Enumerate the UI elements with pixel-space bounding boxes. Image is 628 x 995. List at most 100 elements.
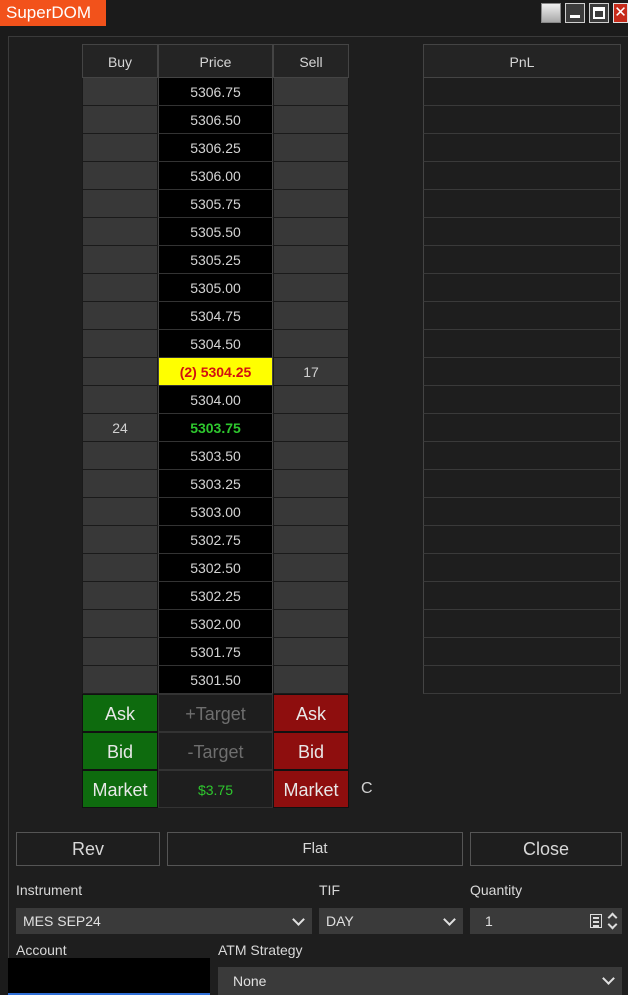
price-cell[interactable]: 5305.50	[158, 218, 273, 246]
quantity-input[interactable]: 1	[470, 908, 622, 934]
buy-cell[interactable]	[82, 274, 158, 302]
close-window-button[interactable]: ✕	[613, 3, 628, 23]
buy-cell[interactable]	[82, 582, 158, 610]
cancel-orders-label[interactable]: C	[361, 780, 373, 798]
buy-cell[interactable]	[82, 134, 158, 162]
reverse-position-button[interactable]: Rev	[16, 832, 160, 866]
buy-cell[interactable]	[82, 246, 158, 274]
price-cell[interactable]: 5306.25	[158, 134, 273, 162]
sell-cell[interactable]	[273, 610, 349, 638]
tif-select[interactable]: DAY	[319, 908, 463, 934]
sell-cell[interactable]	[273, 106, 349, 134]
price-cell[interactable]: 5306.00	[158, 162, 273, 190]
buy-cell[interactable]	[82, 498, 158, 526]
sell-cell[interactable]	[273, 78, 349, 106]
price-cell[interactable]: (2) 5304.25	[158, 358, 273, 386]
price-cell[interactable]: 5304.00	[158, 386, 273, 414]
price-cell[interactable]: 5302.00	[158, 610, 273, 638]
sell-cell[interactable]	[273, 498, 349, 526]
remove-target-button[interactable]: -Target	[158, 732, 273, 770]
minimize-button[interactable]	[565, 3, 585, 23]
sell-cell[interactable]	[273, 526, 349, 554]
window-options-button[interactable]	[541, 3, 561, 23]
price-cell[interactable]: 5301.75	[158, 638, 273, 666]
buy-cell[interactable]	[82, 106, 158, 134]
buy-market-button[interactable]: Market	[82, 770, 158, 808]
calculator-icon[interactable]	[590, 914, 602, 928]
sell-cell[interactable]	[273, 218, 349, 246]
sell-cell[interactable]	[273, 190, 349, 218]
buy-cell[interactable]	[82, 78, 158, 106]
price-cell[interactable]: 5306.50	[158, 106, 273, 134]
buy-cell[interactable]	[82, 666, 158, 694]
price-cell[interactable]: 5301.50	[158, 666, 273, 694]
buy-cell[interactable]	[82, 554, 158, 582]
buy-cell[interactable]	[82, 190, 158, 218]
ladder-row: 5306.75	[82, 78, 349, 106]
buy-cell[interactable]	[82, 330, 158, 358]
price-cell[interactable]: 5302.75	[158, 526, 273, 554]
buy-cell[interactable]	[82, 218, 158, 246]
ladder-row: 5303.50	[82, 442, 349, 470]
buy-cell[interactable]	[82, 638, 158, 666]
sell-cell[interactable]	[273, 414, 349, 442]
sell-cell[interactable]	[273, 582, 349, 610]
pnl-row	[423, 638, 621, 666]
pnl-row	[423, 554, 621, 582]
ladder-row: 5302.00	[82, 610, 349, 638]
price-cell[interactable]: 5306.75	[158, 78, 273, 106]
buy-cell[interactable]: 24	[82, 414, 158, 442]
account-select[interactable]	[8, 958, 210, 995]
sell-cell[interactable]: 17	[273, 358, 349, 386]
sell-cell[interactable]	[273, 386, 349, 414]
sell-bid-button[interactable]: Bid	[273, 732, 349, 770]
sell-cell[interactable]	[273, 162, 349, 190]
buy-cell[interactable]	[82, 470, 158, 498]
price-cell[interactable]: 5302.50	[158, 554, 273, 582]
maximize-button[interactable]	[589, 3, 609, 23]
ladder-header: Buy Price Sell	[82, 44, 349, 78]
instrument-select[interactable]: MES SEP24	[16, 908, 312, 934]
price-cell[interactable]: 5303.25	[158, 470, 273, 498]
close-icon: ✕	[614, 4, 627, 21]
price-cell[interactable]: 5305.25	[158, 246, 273, 274]
sell-cell[interactable]	[273, 330, 349, 358]
sell-market-button[interactable]: Market	[273, 770, 349, 808]
price-cell[interactable]: 5305.75	[158, 190, 273, 218]
buy-cell[interactable]	[82, 442, 158, 470]
price-cell[interactable]: 5303.50	[158, 442, 273, 470]
buy-cell[interactable]	[82, 610, 158, 638]
sell-cell[interactable]	[273, 638, 349, 666]
atm-strategy-select[interactable]: None	[218, 967, 622, 995]
flatten-position-button[interactable]: Flat	[167, 832, 463, 866]
sell-cell[interactable]	[273, 134, 349, 162]
price-cell[interactable]: 5304.75	[158, 302, 273, 330]
close-position-button[interactable]: Close	[470, 832, 622, 866]
sell-cell[interactable]	[273, 274, 349, 302]
sell-cell[interactable]	[273, 442, 349, 470]
buy-cell[interactable]	[82, 386, 158, 414]
buy-cell[interactable]	[82, 358, 158, 386]
sell-cell[interactable]	[273, 554, 349, 582]
quantity-stepper[interactable]	[607, 910, 619, 932]
sell-cell[interactable]	[273, 302, 349, 330]
price-cell[interactable]: 5305.00	[158, 274, 273, 302]
buy-cell[interactable]	[82, 526, 158, 554]
buy-cell[interactable]	[82, 302, 158, 330]
sell-cell[interactable]	[273, 666, 349, 694]
buy-bid-button[interactable]: Bid	[82, 732, 158, 770]
add-target-button[interactable]: +Target	[158, 694, 273, 732]
buy-ask-button[interactable]: Ask	[82, 694, 158, 732]
ladder-row: 5305.00	[82, 274, 349, 302]
sell-cell[interactable]	[273, 246, 349, 274]
sell-ask-button[interactable]: Ask	[273, 694, 349, 732]
price-cell[interactable]: 5304.50	[158, 330, 273, 358]
action-row: Market $3.75 Market	[82, 770, 349, 808]
price-cell[interactable]: 5303.00	[158, 498, 273, 526]
sell-cell[interactable]	[273, 470, 349, 498]
buy-cell[interactable]	[82, 162, 158, 190]
price-cell[interactable]: 5302.25	[158, 582, 273, 610]
ladder-row: 5306.50	[82, 106, 349, 134]
price-cell[interactable]: 5303.75	[158, 414, 273, 442]
ladder-row: 5302.50	[82, 554, 349, 582]
